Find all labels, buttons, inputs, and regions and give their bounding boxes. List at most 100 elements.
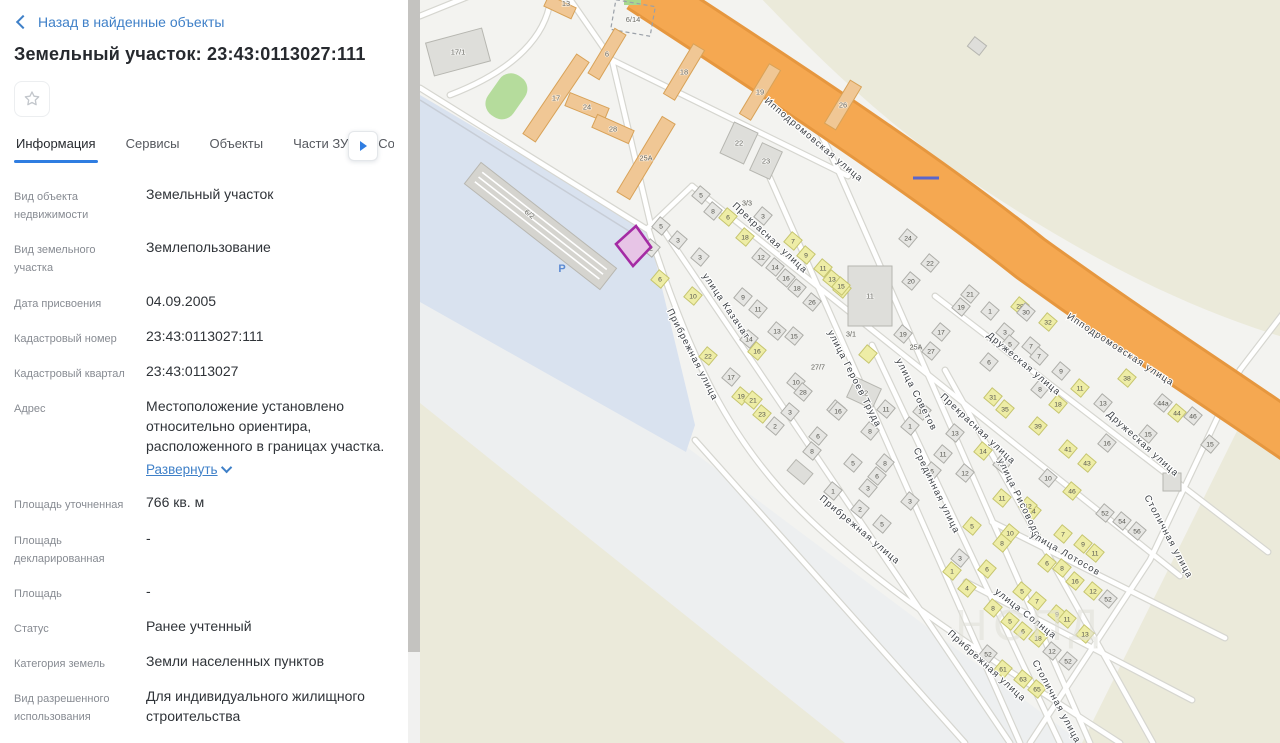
field-row: Вид объекта недвижимости Земельный участо…	[14, 185, 394, 224]
field-row: Площадь декларированная -	[14, 529, 394, 568]
parcel-number: 3	[908, 498, 912, 505]
field-label: Кадастровый номер	[14, 332, 117, 345]
field-value: 04.09.2005	[146, 292, 217, 309]
parcel-number: 3	[1003, 329, 1007, 336]
chevron-down-icon	[220, 462, 232, 474]
building-label: 24	[583, 103, 591, 112]
map-label: Р	[558, 263, 565, 275]
parcel-number: 3	[698, 254, 702, 261]
map-building: 17/1	[424, 27, 492, 77]
field-label: Дата присвоения	[14, 297, 102, 310]
map[interactable]: 6 18 19 26 17 24 28 25А 17/1 11 22 23 12 2 5 3 3 5 8 6 3 3/3…	[420, 0, 1280, 743]
parcel-number: 7	[1037, 353, 1041, 360]
parcel-number: 3	[958, 555, 962, 562]
building-label: 26	[839, 101, 847, 110]
map-label: НСПД	[956, 601, 1105, 650]
parcel-number: 9	[741, 294, 745, 301]
parcel-number: 1	[950, 568, 954, 575]
parcel-number: 25А	[910, 342, 923, 351]
field-row: Площадь -	[14, 582, 394, 603]
field-label: Категория земель	[14, 658, 105, 671]
parcel-number: 26	[808, 299, 816, 306]
field-value: Для индивидуального жилищного строительс…	[146, 688, 365, 725]
map-label: 6/14	[626, 15, 641, 24]
parcel-number: 10	[1006, 530, 1014, 537]
parcel-number: 21	[749, 397, 757, 404]
parcel-number: 11	[1076, 385, 1083, 392]
parcel-number: 28	[799, 389, 807, 396]
parcel-number: 52	[1104, 596, 1112, 603]
parcel-number: 11	[882, 406, 889, 413]
parcel-number: 8	[1038, 386, 1042, 393]
panel-scrollbar-thumb[interactable]	[408, 0, 420, 652]
parcel-number: 5	[970, 523, 974, 530]
building-label: 25А	[639, 154, 652, 163]
parcel-number: 5	[659, 223, 663, 230]
expand-address-link[interactable]: Развернуть	[146, 460, 232, 479]
parcel-number: 10	[1044, 475, 1052, 482]
parcel-number: 13	[773, 328, 781, 335]
parcel-number: 8	[1000, 540, 1004, 547]
field-label: Площадь декларированная	[14, 534, 105, 565]
field-label: Площадь уточненная	[14, 499, 124, 512]
page-title: Земельный участок: 23:43:0113027:111	[14, 44, 366, 64]
street-label: Срединная улица	[911, 446, 962, 536]
building-label: 22	[735, 139, 743, 148]
parcel-number: 23	[758, 411, 766, 418]
parcel-number: 5	[699, 192, 703, 199]
building-label: 6	[605, 50, 609, 59]
tab-0[interactable]: Информация	[14, 133, 98, 163]
parcel-number: 9	[804, 252, 808, 259]
tab-1[interactable]: Сервисы	[124, 133, 182, 163]
field-label: Кадастровый квартал	[14, 367, 125, 380]
parcel-number: 10	[792, 379, 800, 386]
tab-2[interactable]: Объекты	[207, 133, 265, 163]
tab-3[interactable]: Части ЗУ	[291, 133, 350, 163]
back-link-label: Назад в найденные объекты	[38, 14, 225, 30]
parcel-number: 15	[1206, 441, 1214, 448]
field-value: -	[146, 529, 151, 546]
parcel-number: 3/1	[846, 329, 856, 338]
map-label: 13	[562, 0, 570, 8]
parcel-number: 1	[831, 488, 835, 495]
parcel-number: 13	[951, 430, 959, 437]
fields-list: Вид объекта недвижимости Земельный участо…	[14, 185, 394, 743]
parcel-number: 17	[727, 374, 735, 381]
street-label: Дружеская улица	[1104, 409, 1180, 479]
parcel-number: 5	[851, 460, 855, 467]
parcel-number: 21	[966, 291, 974, 298]
parcel-number: 13	[828, 276, 836, 283]
parcel-number: 17	[937, 329, 945, 336]
favorite-button[interactable]	[14, 81, 50, 117]
parcel-number: 8	[1060, 565, 1064, 572]
parcel-number: 20	[907, 278, 915, 285]
back-link[interactable]: Назад в найденные объекты	[15, 14, 394, 30]
field-value: 23:43:0113027:111	[146, 327, 264, 344]
parcel-number: 11	[754, 306, 761, 313]
parcel-number: 6	[726, 214, 730, 221]
parcel-number: 7	[1029, 343, 1033, 350]
parcel-number: 8	[810, 448, 814, 455]
field-row: Кадастровый номер 23:43:0113027:111	[14, 327, 394, 348]
parcel-number: 43	[1083, 460, 1091, 467]
parcel-number: 18	[793, 285, 801, 292]
parcel-number: 11	[1091, 550, 1098, 557]
field-value: Землепользование	[146, 239, 271, 256]
star-icon	[24, 91, 40, 106]
parcel-number: 8	[711, 208, 715, 215]
parcel-number: 3	[788, 409, 792, 416]
panel-scrollbar[interactable]	[408, 0, 420, 743]
tab-4[interactable]: Соста	[376, 133, 394, 163]
parcel-number: 16	[782, 275, 790, 282]
parcel-number: 2	[858, 506, 862, 513]
parcel-number: 35	[1001, 406, 1009, 413]
field-label: Статус	[14, 623, 49, 636]
parcel-number: 18	[741, 234, 749, 241]
parcel-number: 27/7	[811, 362, 825, 371]
tabs-scroll-right-button[interactable]	[348, 131, 378, 161]
parcel-number: 10	[689, 293, 697, 300]
parcel-number: 11	[939, 451, 946, 458]
parcel-number: 15	[1144, 431, 1152, 438]
parcel-number: 16	[1071, 578, 1079, 585]
field-value: Земли населенных пунктов	[146, 653, 325, 670]
